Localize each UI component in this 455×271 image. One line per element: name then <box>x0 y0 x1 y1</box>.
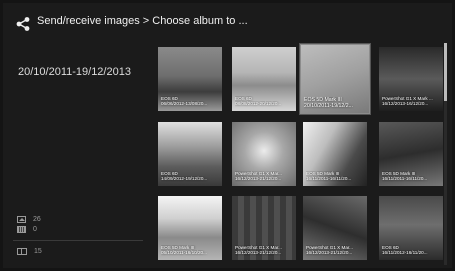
image-icon <box>17 215 26 223</box>
album-caption: EOS 5D Mark III 16/11/2011-16/11/20... <box>382 171 441 182</box>
album-caption: PowerShot G1 X Mar... 16/12/2013-21/12/20… <box>235 245 294 256</box>
album-thumbnail[interactable]: EOS 5D Mark III 16/11/2011-16/11/20... <box>303 122 367 186</box>
album-caption: PowerShot G1 X Mar... 16/12/2013-21/12/20… <box>235 171 294 182</box>
video-count-row: 0 <box>17 224 41 234</box>
album-thumbnail[interactable]: PowerShot G1 X Mar... 16/12/2013-21/12/20… <box>303 196 367 260</box>
album-date-range: 06/06/2012-13/08/20... <box>161 101 208 107</box>
album-caption: EOS 6D 08/08/2012-20/12/20... <box>235 96 294 107</box>
album-thumbnail[interactable]: EOS 5D Mark III 16/11/2011-16/11/20... <box>379 122 443 186</box>
album-thumbnail[interactable]: EOS 6D 06/06/2012-13/08/20... <box>158 47 222 111</box>
video-count: 0 <box>33 225 37 233</box>
album-count: 15 <box>34 248 42 255</box>
album-date-range: 05/10/2011-16/10/20... <box>161 250 207 256</box>
album-caption: EOS 6D 06/06/2012-13/08/20... <box>161 96 220 107</box>
album-thumbnail[interactable]: PowerShot G1 X Mar... 16/12/2013-21/12/20… <box>232 196 296 260</box>
album-date-range: 16/12/2013-21/12/20... <box>235 176 282 182</box>
album-caption: PowerShot G1 X Mar... 16/12/2013-21/12/20… <box>306 245 365 256</box>
album-caption: EOS 5D Mark III 05/10/2011-16/10/20... <box>161 245 220 256</box>
album-caption: PowerShot G1 X Mark ... 16/12/2013-16/12/… <box>382 96 441 107</box>
album-date-range: 16/11/2012-16/11/20... <box>382 250 428 256</box>
divider <box>13 240 143 241</box>
album-caption: EOS 6D 14/09/2012-19/12/20... <box>161 171 220 182</box>
album-icon <box>17 248 27 255</box>
album-date-range: 16/12/2013-21/12/20... <box>235 250 282 256</box>
album-date-range: 16/11/2011-16/11/20... <box>306 176 352 182</box>
media-counts: 26 0 <box>17 214 41 234</box>
album-caption: EOS 5D Mark III 20/10/2011-19/12/2... <box>304 97 367 109</box>
album-date-range: 16/12/2013-21/12/20... <box>306 250 353 256</box>
header-bar: Send/receive images > Choose album to ..… <box>3 3 452 39</box>
album-date-range: 16/12/2013-16/12/20... <box>382 101 429 107</box>
scrollbar-thumb[interactable] <box>444 43 447 101</box>
video-icon <box>17 225 26 233</box>
camera-screen: Send/receive images > Choose album to ..… <box>3 3 452 268</box>
album-count-row: 15 <box>17 248 42 255</box>
album-thumbnail[interactable]: EOS 6D 14/09/2012-19/12/20... <box>158 122 222 186</box>
image-count: 26 <box>33 215 41 223</box>
album-caption: EOS 5D Mark III 16/11/2011-16/11/20... <box>306 171 365 182</box>
album-date-range: 14/09/2012-19/12/20... <box>161 176 208 182</box>
album-date-range: 08/08/2012-20/12/20... <box>235 101 282 107</box>
album-thumbnail[interactable]: EOS 6D 08/08/2012-20/12/20... <box>232 47 296 111</box>
album-thumbnail[interactable]: EOS 5D Mark III 05/10/2011-16/10/20... <box>158 196 222 260</box>
album-caption: EOS 6D 16/11/2012-16/11/20... <box>382 245 441 256</box>
page-title: Send/receive images > Choose album to ..… <box>37 15 248 27</box>
album-thumbnail[interactable]: EOS 5D Mark III 20/10/2011-19/12/2... <box>300 44 370 114</box>
album-date-range: 16/11/2011-16/11/20... <box>382 176 428 182</box>
album-thumbnail[interactable]: PowerShot G1 X Mar... 16/12/2013-21/12/20… <box>232 122 296 186</box>
album-date-range: 20/10/2011-19/12/2... <box>304 102 353 109</box>
image-count-row: 26 <box>17 214 41 224</box>
share-icon <box>16 17 30 31</box>
selected-date-range: 20/10/2011-19/12/2013 <box>18 66 131 78</box>
album-thumbnail[interactable]: EOS 6D 16/11/2012-16/11/20... <box>379 196 443 260</box>
album-thumbnail[interactable]: PowerShot G1 X Mark ... 16/12/2013-16/12/… <box>379 47 443 111</box>
